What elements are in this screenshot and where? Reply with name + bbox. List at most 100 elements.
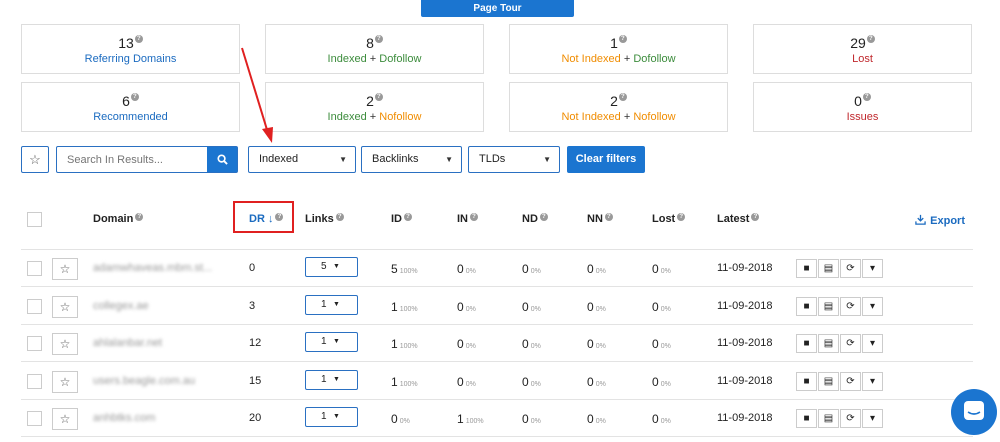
col-lost[interactable]: Lost? (652, 213, 686, 225)
reply-button[interactable]: ▾ (862, 371, 883, 391)
stat-lost[interactable]: 29? Lost (753, 24, 972, 74)
col-latest[interactable]: Latest? (717, 213, 760, 225)
links-dropdown[interactable]: 5 ▼ (305, 257, 358, 277)
delete-button[interactable]: ■ (796, 259, 817, 278)
nn-cell: 0 0% (587, 262, 606, 276)
comment-icon: ▤ (823, 338, 834, 349)
links-dropdown[interactable]: 1 ▼ (305, 369, 358, 390)
col-id[interactable]: ID? (391, 213, 412, 225)
favorites-filter-button[interactable]: ☆ (21, 146, 49, 173)
nn-cell: 0 0% (587, 412, 606, 426)
table-row: ☆ ahlalanbar.net 12 1 ▼ 1 100% 0 0% 0 0% 0 0% 0 0% 11-0… (21, 325, 973, 362)
stat-label-a: Not Indexed (561, 53, 621, 65)
stat-notindexed-dofollow[interactable]: 1? Not Indexed + Dofollow (509, 24, 728, 74)
delete-button[interactable]: ■ (796, 371, 817, 391)
select-all-checkbox[interactable] (27, 212, 42, 227)
favorite-button[interactable]: ☆ (52, 370, 78, 393)
in-percent: 0% (465, 268, 476, 275)
in-value: 0 (457, 337, 464, 351)
chat-launcher-button[interactable] (951, 389, 997, 435)
col-in[interactable]: IN? (457, 213, 478, 225)
row-checkbox[interactable] (27, 261, 42, 276)
reply-button[interactable]: ▾ (862, 296, 883, 316)
nn-percent: 0% (595, 418, 606, 425)
stat-recommended[interactable]: 6? Recommended (21, 82, 240, 132)
domain-link[interactable]: adamwhaveas.mbm.st... (93, 262, 212, 274)
stat-notindexed-nofollow[interactable]: 2? Not Indexed + Nofollow (509, 82, 728, 132)
favorite-button[interactable]: ☆ (52, 258, 78, 280)
clear-filters-button[interactable]: Clear filters (567, 146, 645, 173)
row-checkbox[interactable] (27, 336, 42, 351)
reply-button[interactable]: ▾ (862, 334, 883, 353)
help-icon: ? (604, 213, 613, 221)
id-percent: 100% (399, 305, 418, 313)
search-box (56, 146, 238, 173)
favorite-button[interactable]: ☆ (52, 408, 78, 430)
delete-button[interactable]: ■ (796, 334, 817, 353)
lost-value: 0 (652, 337, 659, 351)
id-cell: 5 100% (391, 262, 418, 276)
row-checkbox[interactable] (27, 373, 42, 389)
comment-button[interactable]: ▤ (818, 409, 839, 428)
domain-link[interactable]: anhbtks.com (93, 412, 155, 424)
backlinks-dropdown[interactable]: Backlinks ▼ (361, 146, 462, 173)
stat-value: 8 (366, 35, 374, 51)
reply-button[interactable]: ▾ (862, 409, 883, 428)
indexed-dropdown[interactable]: Indexed ▼ (248, 146, 356, 173)
refresh-button[interactable]: ⟳ (840, 371, 861, 391)
refresh-button[interactable]: ⟳ (840, 334, 861, 353)
domain-link[interactable]: ahlalanbar.net (93, 337, 162, 349)
links-dropdown[interactable]: 1 ▼ (305, 332, 358, 352)
comment-button[interactable]: ▤ (818, 296, 839, 316)
nn-value: 0 (587, 374, 594, 389)
lost-value: 0 (652, 412, 659, 426)
stat-indexed-nofollow[interactable]: 2? Indexed + Nofollow (265, 82, 484, 132)
links-dropdown[interactable]: 1 ▼ (305, 294, 358, 315)
lost-percent: 0% (660, 305, 671, 313)
comment-button[interactable]: ▤ (818, 371, 839, 391)
col-nd[interactable]: ND? (522, 213, 548, 225)
dr-value: 0 (249, 262, 256, 274)
col-links[interactable]: Links? (305, 213, 344, 225)
domain-link[interactable]: collegex.ae (93, 300, 149, 312)
stat-indexed-dofollow[interactable]: 8? Indexed + Dofollow (265, 24, 484, 74)
caret-down-icon: ▼ (333, 263, 340, 270)
domain-link[interactable]: users.beagle.com.au (93, 375, 195, 387)
page-tour-button[interactable]: Page Tour (421, 0, 574, 17)
links-dropdown[interactable]: 1 ▼ (305, 407, 358, 427)
delete-button[interactable]: ■ (796, 296, 817, 316)
export-button[interactable]: Export (915, 214, 965, 227)
favorite-button[interactable]: ☆ (52, 295, 78, 318)
caret-down-icon: ▼ (445, 155, 453, 164)
refresh-button[interactable]: ⟳ (840, 296, 861, 316)
stat-value: 2 (366, 93, 374, 109)
row-checkbox[interactable] (27, 411, 42, 426)
delete-button[interactable]: ■ (796, 409, 817, 428)
stat-value: 0 (854, 93, 862, 109)
stat-label: Issues (846, 111, 879, 123)
refresh-button[interactable]: ⟳ (840, 259, 861, 278)
links-value: 1 (321, 336, 327, 347)
col-nn[interactable]: NN? (587, 213, 613, 225)
help-icon: ? (618, 93, 627, 101)
stat-referring-domains[interactable]: 13? Referring Domains (21, 24, 240, 74)
favorite-button[interactable]: ☆ (52, 333, 78, 355)
search-input[interactable] (57, 147, 207, 172)
col-domain[interactable]: Domain? (93, 213, 144, 225)
comment-button[interactable]: ▤ (818, 334, 839, 353)
id-percent: 100% (399, 343, 418, 350)
col-label: Domain (93, 213, 134, 225)
stat-issues[interactable]: 0? Issues (753, 82, 972, 132)
dr-value: 3 (249, 299, 256, 312)
search-button[interactable] (207, 147, 237, 172)
refresh-button[interactable]: ⟳ (840, 409, 861, 428)
reply-button[interactable]: ▾ (862, 259, 883, 278)
id-percent: 100% (399, 268, 418, 275)
tlds-dropdown[interactable]: TLDs ▼ (468, 146, 560, 173)
row-checkbox[interactable] (27, 298, 42, 314)
id-value: 1 (391, 374, 398, 389)
latest-date: 11-09-2018 (717, 412, 773, 424)
help-icon: ? (374, 93, 383, 101)
comment-button[interactable]: ▤ (818, 259, 839, 278)
stat-label-b: Dofollow (633, 53, 676, 65)
